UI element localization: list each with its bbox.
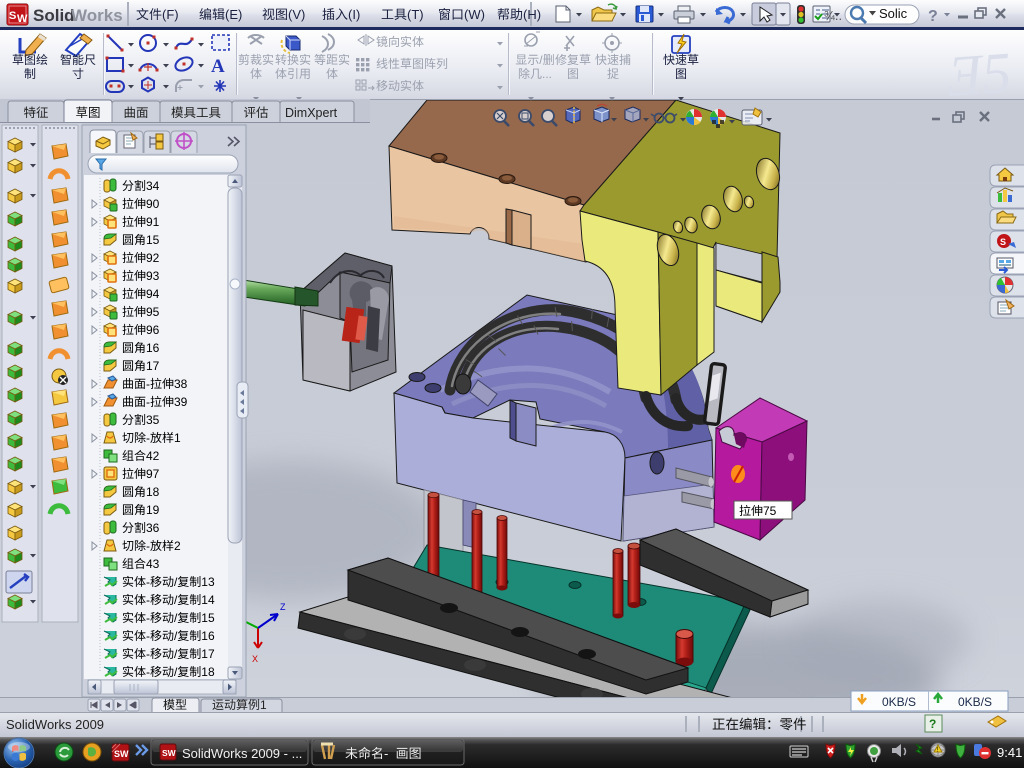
svg-text:-: - bbox=[146, 593, 150, 607]
svg-text:36: 36 bbox=[146, 521, 160, 535]
svg-text:-: - bbox=[146, 647, 150, 661]
svg-text:SolidWorks 2009 - ...: SolidWorks 2009 - ... bbox=[182, 746, 302, 761]
svg-text:A: A bbox=[211, 56, 225, 77]
svg-text:97: 97 bbox=[146, 467, 160, 481]
svg-text:95: 95 bbox=[146, 305, 160, 319]
svg-text:19: 19 bbox=[146, 503, 160, 517]
svg-text:(V): (V) bbox=[288, 7, 305, 22]
svg-text:(T): (T) bbox=[407, 7, 424, 22]
svg-text:38: 38 bbox=[174, 377, 188, 391]
svg-text:-: - bbox=[146, 611, 150, 625]
svg-text:-: - bbox=[384, 746, 388, 761]
svg-text:92: 92 bbox=[146, 251, 160, 265]
svg-text:-: - bbox=[146, 395, 150, 409]
svg-text:SW: SW bbox=[162, 748, 177, 758]
svg-text:96: 96 bbox=[146, 323, 160, 337]
svg-text:13: 13 bbox=[201, 575, 215, 589]
svg-text:17: 17 bbox=[146, 359, 160, 373]
svg-text:17: 17 bbox=[201, 647, 215, 661]
svg-text:1: 1 bbox=[260, 698, 267, 712]
svg-text:?: ? bbox=[928, 8, 938, 25]
svg-text:15: 15 bbox=[201, 611, 215, 625]
svg-text:...: ... bbox=[542, 67, 552, 81]
svg-text:15: 15 bbox=[146, 233, 160, 247]
svg-text:S: S bbox=[9, 10, 16, 22]
svg-text:(I): (I) bbox=[348, 7, 360, 22]
svg-text:Works: Works bbox=[71, 6, 123, 25]
svg-text:14: 14 bbox=[201, 593, 215, 607]
svg-text:SW: SW bbox=[114, 749, 129, 759]
svg-text:S: S bbox=[1000, 237, 1006, 247]
svg-text:16: 16 bbox=[146, 341, 160, 355]
svg-text:-: - bbox=[146, 575, 150, 589]
svg-text:¾..: ¾.. bbox=[824, 8, 842, 23]
svg-text:SolidWorks 2009: SolidWorks 2009 bbox=[6, 717, 104, 732]
svg-text:Solic: Solic bbox=[879, 6, 908, 21]
svg-text:(H): (H) bbox=[523, 7, 541, 22]
svg-text:-: - bbox=[146, 431, 150, 445]
svg-text:43: 43 bbox=[146, 557, 160, 571]
svg-text:-: - bbox=[146, 665, 150, 679]
svg-text:W: W bbox=[17, 13, 28, 25]
svg-text:-: - bbox=[146, 629, 150, 643]
svg-text:16: 16 bbox=[201, 629, 215, 643]
svg-text:-: - bbox=[146, 377, 150, 391]
svg-text:18: 18 bbox=[146, 485, 160, 499]
svg-text:34: 34 bbox=[146, 179, 160, 193]
svg-text:94: 94 bbox=[146, 287, 160, 301]
svg-text:75: 75 bbox=[763, 504, 777, 518]
svg-text:18: 18 bbox=[201, 665, 215, 679]
svg-text:0KB/S: 0KB/S bbox=[958, 695, 992, 709]
svg-text:35: 35 bbox=[146, 413, 160, 427]
svg-text:Solid: Solid bbox=[33, 6, 75, 25]
svg-text:(F): (F) bbox=[162, 7, 179, 22]
svg-text:39: 39 bbox=[174, 395, 188, 409]
svg-text:Ǝ5: Ǝ5 bbox=[944, 40, 1013, 109]
svg-text:1: 1 bbox=[174, 431, 181, 445]
svg-text:9:41: 9:41 bbox=[997, 745, 1022, 760]
svg-text:42: 42 bbox=[146, 449, 160, 463]
svg-text:93: 93 bbox=[146, 269, 160, 283]
svg-text:(E): (E) bbox=[225, 7, 242, 22]
svg-text:91: 91 bbox=[146, 215, 160, 229]
svg-text:0KB/S: 0KB/S bbox=[882, 695, 916, 709]
svg-text:?: ? bbox=[929, 717, 936, 731]
svg-text:-: - bbox=[146, 539, 150, 553]
svg-text:(W): (W) bbox=[464, 7, 485, 22]
svg-text:DimXpert: DimXpert bbox=[285, 106, 338, 120]
svg-text:90: 90 bbox=[146, 197, 160, 211]
svg-text:2: 2 bbox=[174, 539, 181, 553]
svg-text:X: X bbox=[252, 654, 258, 664]
svg-text:Z: Z bbox=[280, 602, 286, 612]
